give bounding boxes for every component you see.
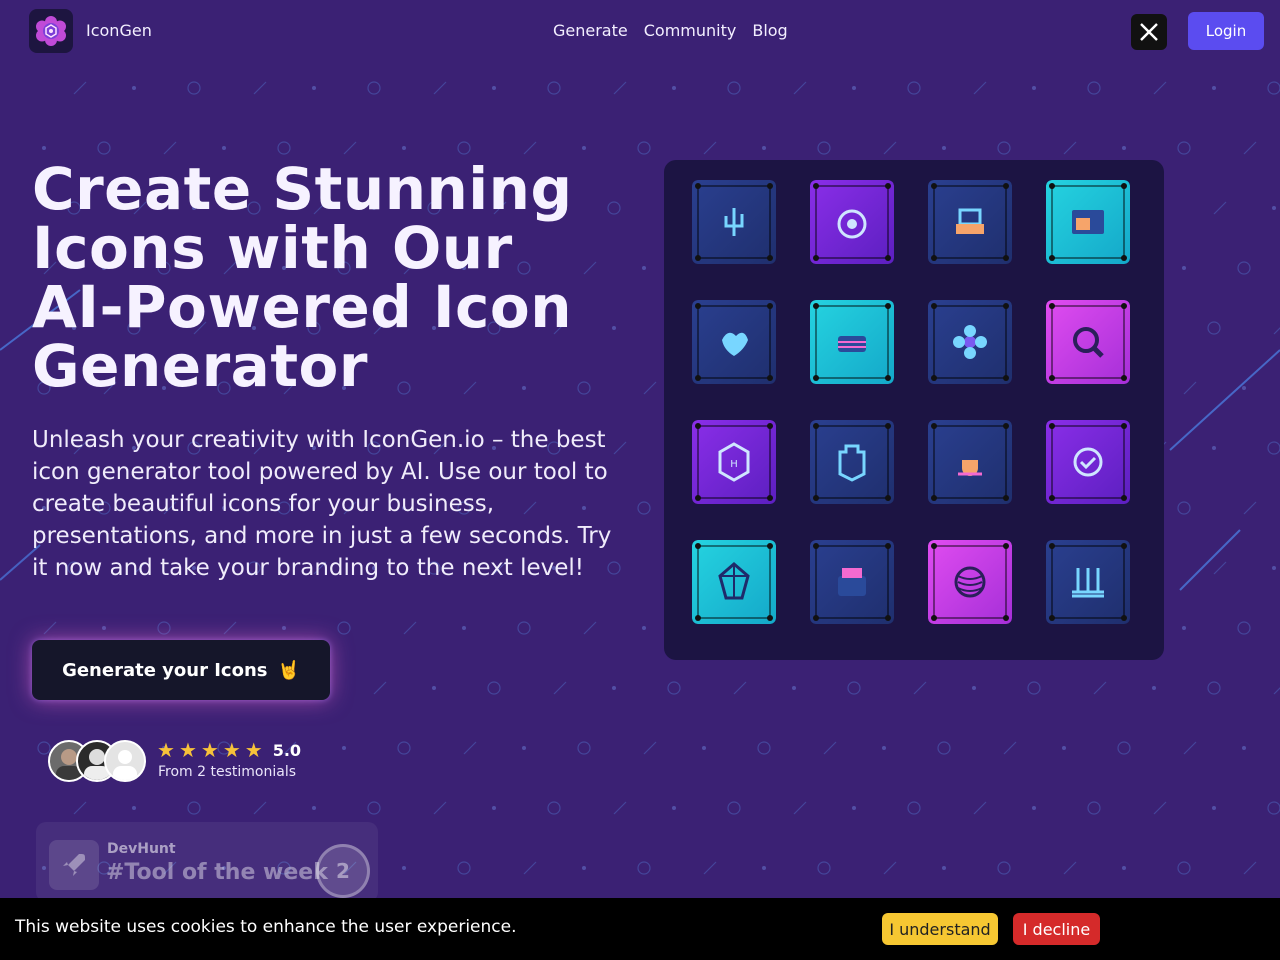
top-navigation: IconGen Generate Community Blog Login [0,0,1280,64]
nav-link-generate[interactable]: Generate [553,21,628,40]
rating-score: 5.0 [272,740,302,760]
medal-icon: 2 [316,844,370,898]
rock-hand-emoji-icon: 🤘 [277,659,300,681]
toaster-icon [810,540,894,624]
devhunt-badge[interactable]: DevHunt #Tool of the week 2 [36,822,378,902]
icon-showcase-grid: H [664,160,1164,660]
hero-title-line: Create Stunning [32,155,573,223]
hero-title-line: Icons with Our [32,214,513,282]
cta-label: Generate your Icons [62,659,268,681]
star-icon: ★ [244,738,263,762]
browser-window-icon [1046,180,1130,264]
cookie-message: This website uses cookies to enhance the… [15,917,517,937]
flower-icon [928,300,1012,384]
ship-icon [810,420,894,504]
star-icon: ★ [222,738,241,762]
decline-cookies-button[interactable]: I decline [1013,913,1100,945]
x-social-icon[interactable] [1131,14,1167,50]
devhunt-tag: #Tool of the week [106,860,328,885]
generate-icons-button[interactable]: Generate your Icons 🤘 [32,640,330,700]
icongen-logo[interactable] [29,9,73,53]
testimonials-count: From 2 testimonials [158,764,296,780]
robot-icon [810,180,894,264]
star-icon: ★ [157,738,175,762]
x-logo-icon [1140,23,1158,41]
rocket-icon [49,840,99,890]
svg-text:H: H [730,459,738,470]
nav-links: Generate Community Blog [553,21,788,40]
star-icon: ★ [200,738,219,762]
flower-logo-icon [36,16,66,46]
hero-description: Unleash your creativity with IconGen.io … [32,427,612,581]
nav-link-community[interactable]: Community [644,21,737,40]
yarn-ball-icon [928,540,1012,624]
hero-title: Create Stunning Icons with Our AI-Powere… [32,160,652,396]
hero-title-line: Generator [32,332,368,400]
brand-name[interactable]: IconGen [86,21,152,40]
crystal-gem-icon [692,540,776,624]
login-button[interactable]: Login [1188,12,1264,50]
coffee-cup-icon [928,420,1012,504]
printer-icon [928,180,1012,264]
devhunt-name: DevHunt [107,841,176,857]
medal-rank: 2 [336,859,350,883]
star-icon: ★ [178,738,197,762]
columns-chart-icon [1046,540,1130,624]
heart-hand-icon [692,300,776,384]
avatar[interactable] [104,740,146,782]
accept-cookies-button[interactable]: I understand [882,913,998,945]
target-check-icon [1046,420,1130,504]
shield-badge-icon: H [692,420,776,504]
magnifier-icon [1046,300,1130,384]
star-rating: ★ ★ ★ ★ ★ 5.0 [157,740,301,760]
nav-link-blog[interactable]: Blog [752,21,787,40]
hero-title-line: AI-Powered Icon [32,273,573,341]
cactus-icon [692,180,776,264]
cake-icon [810,300,894,384]
